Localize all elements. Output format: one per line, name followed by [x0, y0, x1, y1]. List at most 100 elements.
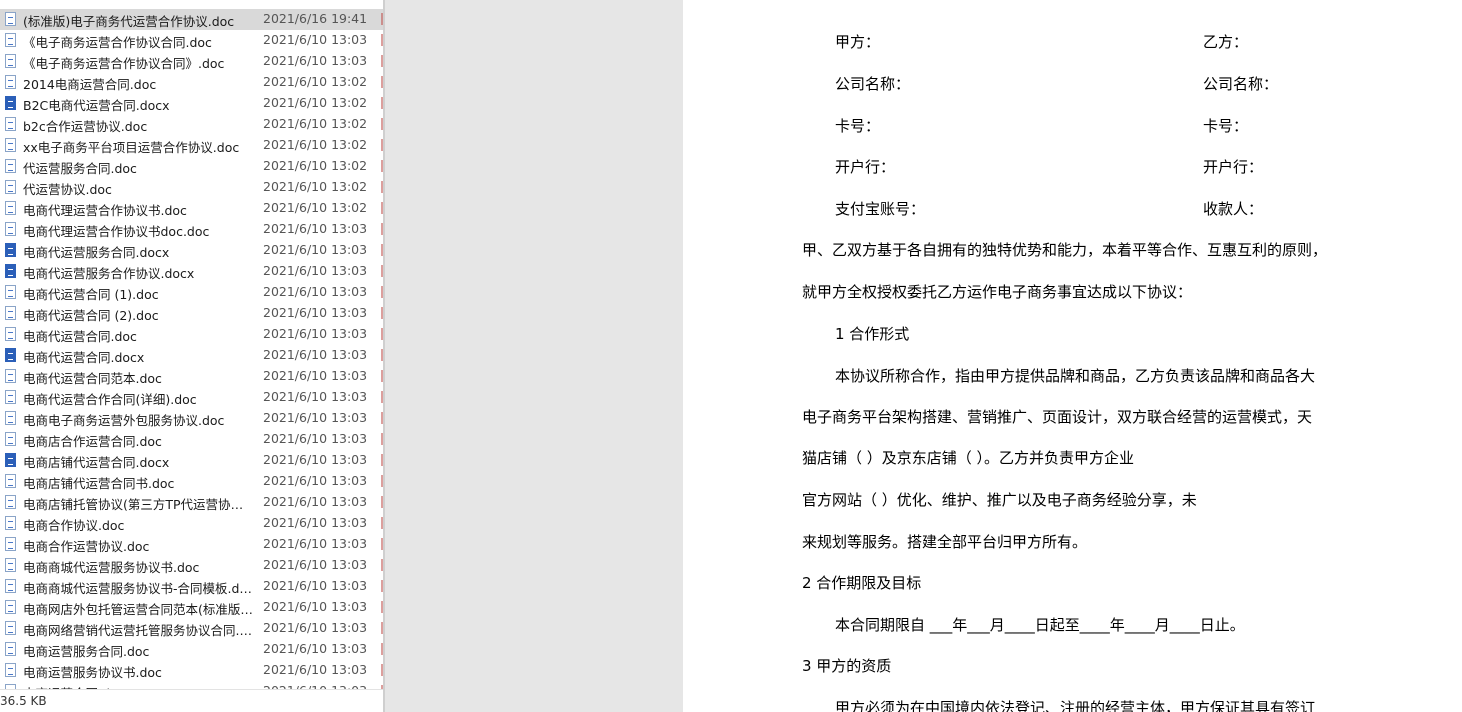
doc-icon — [5, 54, 16, 68]
file-row[interactable]: 电商合作运营协议.doc 2021/6/10 13:03 — [0, 534, 383, 555]
file-row[interactable]: 电商代理运营合作协议书.doc 2021/6/10 13:02 — [0, 198, 383, 219]
file-row[interactable]: b2c合作运营协议.doc 2021/6/10 13:02 — [0, 114, 383, 135]
document-text-line: 公司名称： — [1203, 75, 1279, 93]
doc-icon — [5, 663, 16, 677]
document-text-line: 甲方必须为在中国境内依法登记、注册的经营主体，甲方保证其具有签订 — [835, 699, 1316, 712]
file-date-modified: 2021/6/10 13:03 — [263, 620, 368, 635]
file-name: 2014电商运营合同.doc — [23, 77, 157, 92]
file-row[interactable]: 电商合作协议.doc 2021/6/10 13:03 — [0, 513, 383, 534]
file-row[interactable]: 电商代运营合同.doc 2021/6/10 13:03 — [0, 324, 383, 345]
file-row[interactable]: 代运营服务合同.doc 2021/6/10 13:02 — [0, 156, 383, 177]
file-name: 电商店合作运营合同.doc — [23, 434, 162, 449]
file-row[interactable]: 电商代理运营合作协议书doc.doc 2021/6/10 13:03 — [0, 219, 383, 240]
file-list: (标准版)电子商务代运营合作协议.doc 2021/6/16 19:41 《电子商务… — [0, 9, 383, 702]
doc-icon — [5, 495, 16, 509]
doc-icon — [5, 327, 16, 341]
file-row[interactable]: 电商代运营合同范本.doc 2021/6/10 13:03 — [0, 366, 383, 387]
file-row[interactable]: (标准版)电子商务代运营合作协议.doc 2021/6/16 19:41 — [0, 9, 383, 30]
file-row[interactable]: 《电子商务运营合作协议合同》.doc 2021/6/10 13:03 — [0, 51, 383, 72]
file-name: 电商商城代运营服务协议书.doc — [23, 560, 200, 575]
file-date-modified: 2021/6/10 13:02 — [263, 200, 368, 215]
document-text-line: 卡号： — [835, 117, 881, 135]
doc-icon — [5, 621, 16, 635]
file-row[interactable]: 电商网店外包托管运营合同范本(标准版).... 2021/6/10 13:03 — [0, 597, 383, 618]
file-date-modified: 2021/6/10 13:03 — [263, 53, 368, 68]
file-row[interactable]: 电商代运营服务合作协议.docx 2021/6/10 13:03 — [0, 261, 383, 282]
document-text-line: 电子商务平台架构搭建、营销推广、页面设计，双方联合经营的运营模式，天 — [802, 408, 1313, 426]
docx-icon — [5, 348, 16, 362]
doc-icon — [5, 474, 16, 488]
file-date-modified: 2021/6/10 13:03 — [263, 284, 368, 299]
file-name: 电商网店外包托管运营合同范本(标准版).... — [23, 602, 253, 617]
file-date-modified: 2021/6/10 13:03 — [263, 305, 368, 320]
file-name: 《电子商务运营合作协议合同》.doc — [23, 56, 225, 71]
file-row[interactable]: 2014电商运营合同.doc 2021/6/10 13:02 — [0, 72, 383, 93]
file-date-modified: 2021/6/10 13:03 — [263, 242, 368, 257]
file-name: 电商代运营服务合同.docx — [23, 245, 170, 260]
file-row[interactable]: 电商店铺代运营合同书.doc 2021/6/10 13:03 — [0, 471, 383, 492]
file-row[interactable]: xx电子商务平台项目运营合作协议.doc 2021/6/10 13:02 — [0, 135, 383, 156]
file-row[interactable]: 电商代运营合同.docx 2021/6/10 13:03 — [0, 345, 383, 366]
file-date-modified: 2021/6/10 13:03 — [263, 263, 368, 278]
doc-icon — [5, 285, 16, 299]
doc-icon — [5, 75, 16, 89]
file-row[interactable]: 电商店铺托管协议(第三方TP代运营协议).... 2021/6/10 13:03 — [0, 492, 383, 513]
file-row[interactable]: 电商代运营合同 (2).doc 2021/6/10 13:03 — [0, 303, 383, 324]
doc-icon — [5, 180, 16, 194]
file-row[interactable]: 电商商城代运营服务协议书.doc 2021/6/10 13:03 — [0, 555, 383, 576]
document-text-line: 收款人： — [1203, 200, 1264, 218]
file-list-pane: (标准版)电子商务代运营合作协议.doc 2021/6/16 19:41 《电子商务… — [0, 0, 383, 712]
file-name: 电商代运营合同 (2).doc — [23, 308, 159, 323]
file-date-modified: 2021/6/10 13:03 — [263, 32, 368, 47]
document-text-line: 来规划等服务。搭建全部平台归甲方所有。 — [802, 533, 1088, 551]
file-row[interactable]: 电商网络营销代运营托管服务协议合同.d... 2021/6/10 13:03 — [0, 618, 383, 639]
file-row[interactable]: 电商商城代运营服务协议书-合同模板.doc 2021/6/10 13:03 — [0, 576, 383, 597]
file-name: 《电子商务运营合作协议合同.doc — [23, 35, 212, 50]
file-name: b2c合作运营协议.doc — [23, 119, 148, 134]
file-row[interactable]: B2C电商代运营合同.docx 2021/6/10 13:02 — [0, 93, 383, 114]
file-row[interactable]: 电商店合作运营合同.doc 2021/6/10 13:03 — [0, 429, 383, 450]
file-name: 电商代运营服务合作协议.docx — [23, 266, 195, 281]
document-text-line: 1 合作形式 — [835, 325, 910, 343]
file-date-modified: 2021/6/10 13:03 — [263, 368, 368, 383]
file-date-modified: 2021/6/16 19:41 — [263, 11, 368, 26]
file-row[interactable]: 《电子商务运营合作协议合同.doc 2021/6/10 13:03 — [0, 30, 383, 51]
doc-icon — [5, 117, 16, 131]
file-name: 电商代理运营合作协议书doc.doc — [23, 224, 210, 239]
file-row[interactable]: 代运营协议.doc 2021/6/10 13:02 — [0, 177, 383, 198]
file-name: (标准版)电子商务代运营合作协议.doc — [23, 14, 235, 29]
file-date-modified: 2021/6/10 13:03 — [263, 536, 368, 551]
file-date-modified: 2021/6/10 13:02 — [263, 74, 368, 89]
file-date-modified: 2021/6/10 13:03 — [263, 515, 368, 530]
file-date-modified: 2021/6/10 13:02 — [263, 116, 368, 131]
file-name: 电商代理运营合作协议书.doc — [23, 203, 187, 218]
doc-icon — [5, 600, 16, 614]
file-date-modified: 2021/6/10 13:03 — [263, 221, 368, 236]
document-text-line: 卡号： — [1203, 117, 1249, 135]
file-date-modified: 2021/6/10 13:03 — [263, 599, 368, 614]
file-row[interactable]: 电商代运营合作合同(详细).doc 2021/6/10 13:03 — [0, 387, 383, 408]
file-name: 电商店铺代运营合同.docx — [23, 455, 170, 470]
file-row[interactable]: 电商店铺代运营合同.docx 2021/6/10 13:03 — [0, 450, 383, 471]
file-date-modified: 2021/6/10 13:03 — [263, 473, 368, 488]
file-row[interactable]: 电商电子商务运营外包服务协议.doc 2021/6/10 13:03 — [0, 408, 383, 429]
file-row[interactable]: 电商运营服务协议书.doc 2021/6/10 13:03 — [0, 660, 383, 681]
file-name: 电商代运营合作合同(详细).doc — [23, 392, 197, 407]
file-date-modified: 2021/6/10 13:03 — [263, 557, 368, 572]
document-text-line: 就甲方全权授权委托乙方运作电子商务事宜达成以下协议： — [802, 283, 1193, 301]
document-text-line: 公司名称： — [835, 75, 911, 93]
doc-icon — [5, 369, 16, 383]
doc-icon — [5, 159, 16, 173]
pane-divider[interactable] — [383, 0, 385, 712]
document-preview-page: 甲方： 乙方： 公司名称： 公司名称： 卡号： 卡号： 开户行： 开户行： 支付宝账号： 收款人：… — [683, 0, 1462, 712]
file-row[interactable]: 电商代运营合同 (1).doc 2021/6/10 13:03 — [0, 282, 383, 303]
file-row[interactable]: 电商代运营服务合同.docx 2021/6/10 13:03 — [0, 240, 383, 261]
doc-icon — [5, 558, 16, 572]
doc-icon — [5, 222, 16, 236]
file-name: 电商代运营合同 (1).doc — [23, 287, 159, 302]
file-row[interactable]: 电商运营服务合同.doc 2021/6/10 13:03 — [0, 639, 383, 660]
file-name: 电商店铺托管协议(第三方TP代运营协议).... — [23, 497, 253, 512]
document-text-line: 本协议所称合作，指由甲方提供品牌和商品，乙方负责该品牌和商品各大 — [835, 367, 1316, 385]
file-date-modified: 2021/6/10 13:03 — [263, 641, 368, 656]
doc-icon — [5, 12, 16, 26]
